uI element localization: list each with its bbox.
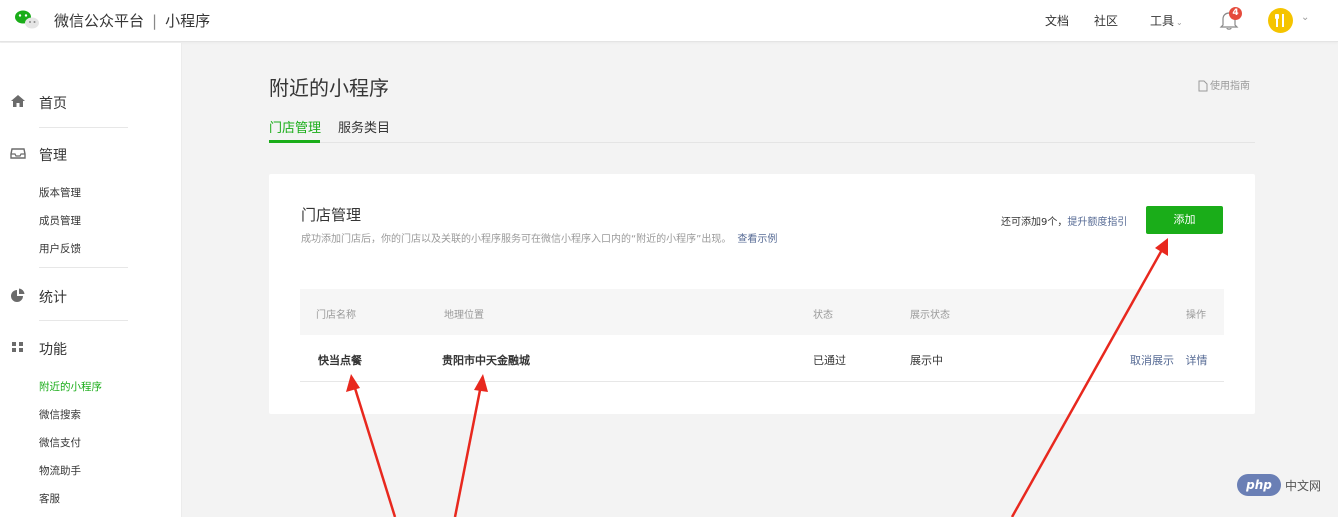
location-cell: 贵阳市中天金融城 bbox=[442, 354, 530, 367]
card-title: 门店管理 bbox=[301, 206, 362, 224]
top-link-docs[interactable]: 文档 bbox=[1045, 12, 1069, 29]
usage-guide-label: 使用指南 bbox=[1210, 81, 1250, 92]
avatar[interactable] bbox=[1268, 8, 1293, 33]
store-management-card: 门店管理 成功添加门店后，你的门店以及关联的小程序服务可在微信小程序入口内的“附… bbox=[269, 174, 1255, 414]
view-example-link[interactable]: 查看示例 bbox=[737, 234, 777, 245]
sidebar-divider bbox=[39, 127, 128, 128]
watermark-logo: php bbox=[1237, 474, 1281, 496]
details-link[interactable]: 详情 bbox=[1186, 354, 1208, 367]
notification-badge: 4 bbox=[1229, 7, 1242, 20]
fork-knife-icon bbox=[1275, 14, 1284, 27]
tabs-divider bbox=[269, 142, 1255, 143]
sidebar-item-label: 统计 bbox=[39, 290, 67, 306]
sidebar-item-members[interactable]: 成员管理 bbox=[39, 213, 81, 228]
sidebar-item-logistics[interactable]: 物流助手 bbox=[39, 463, 81, 478]
sidebar-item-wechat-search[interactable]: 微信搜索 bbox=[39, 407, 81, 422]
add-store-button[interactable]: 添加 bbox=[1146, 206, 1223, 234]
card-description-text: 成功添加门店后，你的门店以及关联的小程序服务可在微信小程序入口内的“附近的小程序… bbox=[301, 234, 732, 245]
home-icon bbox=[11, 95, 25, 107]
grid-icon bbox=[12, 342, 23, 352]
sidebar-item-customer-service[interactable]: 客服 bbox=[39, 491, 60, 506]
top-link-tools[interactable]: 工具 ⌄ bbox=[1150, 12, 1183, 29]
sidebar-item-nearby-miniprogram[interactable]: 附近的小程序 bbox=[39, 379, 102, 394]
sidebar-item-label: 功能 bbox=[39, 342, 67, 358]
actions-cell: 取消展示 详情 bbox=[1130, 352, 1208, 368]
column-header-display-status: 展示状态 bbox=[910, 310, 950, 321]
pie-chart-icon bbox=[11, 288, 25, 302]
brand-name[interactable]: 微信公众平台 bbox=[54, 12, 144, 30]
inbox-icon bbox=[10, 148, 26, 159]
account-chevron-down-icon[interactable]: ⌄ bbox=[1301, 12, 1309, 23]
wechat-logo-icon[interactable] bbox=[13, 8, 41, 30]
page-title: 附近的小程序 bbox=[269, 76, 389, 100]
product-name: 小程序 bbox=[165, 12, 211, 30]
sidebar-item-label: 管理 bbox=[39, 148, 67, 164]
document-icon bbox=[1198, 80, 1208, 92]
sidebar-item-feedback[interactable]: 用户反馈 bbox=[39, 241, 81, 256]
quota-text: 还可添加9个， bbox=[1001, 217, 1068, 228]
card-description: 成功添加门店后，你的门店以及关联的小程序服务可在微信小程序入口内的“附近的小程序… bbox=[301, 232, 781, 248]
cancel-display-link[interactable]: 取消展示 bbox=[1130, 354, 1174, 367]
top-link-community[interactable]: 社区 bbox=[1094, 12, 1118, 29]
watermark: php 中文网 bbox=[1237, 474, 1333, 496]
column-header-actions: 操作 bbox=[1186, 310, 1206, 321]
sidebar-divider bbox=[39, 267, 128, 268]
column-header-location: 地理位置 bbox=[444, 310, 484, 321]
active-tab-indicator bbox=[269, 140, 320, 143]
sidebar-divider bbox=[39, 320, 128, 321]
chevron-down-icon: ⌄ bbox=[1176, 18, 1183, 27]
sidebar-item-version[interactable]: 版本管理 bbox=[39, 185, 81, 200]
brand-separator: | bbox=[152, 12, 158, 30]
table-header: 门店名称 地理位置 状态 展示状态 操作 bbox=[300, 289, 1224, 335]
quota-info: 还可添加9个，提升额度指引 bbox=[1001, 213, 1127, 228]
display-status-cell: 展示中 bbox=[910, 354, 943, 367]
sidebar-item-label: 首页 bbox=[39, 96, 67, 112]
sidebar: 首页 管理 版本管理 成员管理 用户反馈 统计 功能 附近的小程序 微信搜索 微… bbox=[0, 43, 182, 517]
store-name-cell: 快当点餐 bbox=[318, 354, 362, 367]
brand-title: 微信公众平台 | 小程序 bbox=[54, 10, 210, 31]
table-row: 快当点餐 贵阳市中天金融城 已通过 展示中 取消展示 详情 bbox=[300, 335, 1224, 382]
column-header-status: 状态 bbox=[813, 310, 833, 321]
watermark-text: 中文网 bbox=[1285, 479, 1322, 493]
tab-store-management[interactable]: 门店管理 bbox=[269, 117, 321, 136]
tools-label: 工具 bbox=[1150, 14, 1175, 28]
sidebar-item-wechat-pay[interactable]: 微信支付 bbox=[39, 435, 81, 450]
raise-quota-link[interactable]: 提升额度指引 bbox=[1067, 217, 1127, 228]
tab-service-category[interactable]: 服务类目 bbox=[338, 117, 390, 136]
usage-guide-link[interactable]: 使用指南 bbox=[1198, 77, 1250, 92]
status-cell: 已通过 bbox=[813, 354, 846, 367]
column-header-store-name: 门店名称 bbox=[316, 310, 356, 321]
top-navbar: 微信公众平台 | 小程序 文档 社区 工具 ⌄ 4 ⌄ bbox=[0, 0, 1338, 42]
